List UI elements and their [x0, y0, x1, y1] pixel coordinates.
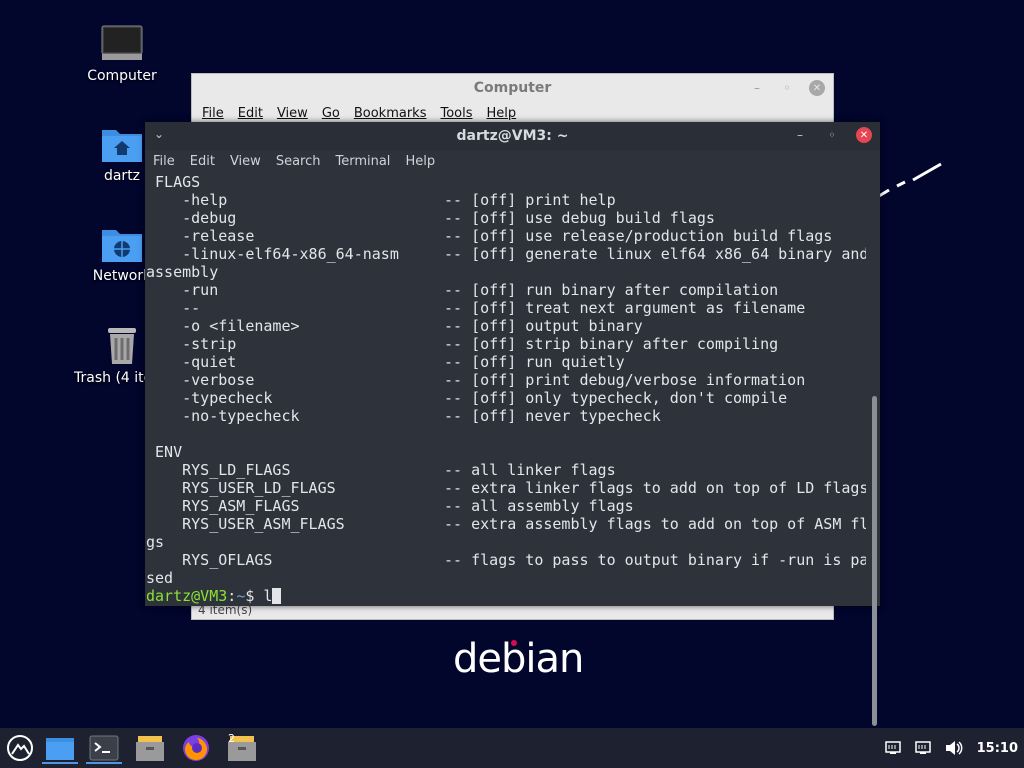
- computer-icon: [101, 25, 143, 60]
- close-icon[interactable]: ✕: [856, 127, 872, 143]
- prompt-separator: :: [227, 587, 237, 605]
- volume-icon[interactable]: [945, 740, 963, 756]
- folder-icon: [46, 738, 74, 760]
- desktop-icon-computer[interactable]: Computer: [74, 24, 170, 84]
- terminal-input[interactable]: l: [263, 587, 272, 605]
- menu-view[interactable]: View: [230, 154, 261, 169]
- terminal-output-area[interactable]: FLAGS -help -- [off] print help -debug -…: [146, 173, 866, 605]
- menu-help[interactable]: Help: [405, 154, 435, 169]
- network-folder-icon: [102, 230, 142, 262]
- menu-go[interactable]: Go: [322, 106, 340, 121]
- menu-terminal[interactable]: Terminal: [335, 154, 390, 169]
- clock[interactable]: 15:10: [977, 741, 1018, 756]
- maximize-icon[interactable]: ◦: [824, 127, 840, 143]
- file-manager-titlebar[interactable]: Computer – ◦ ✕: [192, 74, 833, 102]
- taskbar-archive-group[interactable]: 2: [224, 732, 260, 764]
- window-title: dartz@VM3: ~: [456, 128, 569, 144]
- active-indicator: [86, 762, 122, 764]
- network-wired-icon[interactable]: [884, 741, 901, 755]
- menu-bookmarks[interactable]: Bookmarks: [354, 106, 427, 121]
- terminal-scrollbar[interactable]: [871, 396, 877, 726]
- debian-logo-text: debian: [453, 636, 584, 682]
- terminal-window[interactable]: ⌄ dartz@VM3: ~ – ◦ ✕ File Edit View Sear…: [145, 122, 880, 726]
- maximize-icon[interactable]: ◦: [779, 80, 795, 96]
- minimize-icon[interactable]: –: [749, 80, 765, 96]
- minimize-icon[interactable]: –: [792, 127, 808, 143]
- app-menu-icon: [7, 735, 33, 761]
- menu-file[interactable]: File: [153, 154, 175, 169]
- taskbar-file-manager[interactable]: [42, 732, 78, 764]
- menu-edit[interactable]: Edit: [238, 106, 263, 121]
- terminal-output: FLAGS -help -- [off] print help -debug -…: [146, 173, 866, 587]
- menu-search[interactable]: Search: [276, 154, 321, 169]
- window-title: Computer: [473, 80, 552, 96]
- system-tray: 15:10: [884, 728, 1018, 768]
- firefox-icon: [183, 735, 209, 761]
- text-cursor: [272, 588, 282, 604]
- scrollbar-thumb[interactable]: [872, 396, 877, 726]
- taskbar: 2 15:10: [0, 728, 1024, 768]
- taskbar-firefox[interactable]: [178, 732, 214, 764]
- prompt-user: dartz@VM3: [146, 587, 228, 605]
- terminal-menubar: File Edit View Search Terminal Help: [145, 150, 880, 172]
- taskbar-terminal[interactable]: [86, 732, 122, 764]
- menu-help[interactable]: Help: [487, 106, 517, 121]
- wallpaper-swoosh: [878, 162, 942, 198]
- close-icon[interactable]: ✕: [809, 80, 825, 96]
- terminal-prompt-line[interactable]: dartz@VM3:~$ l: [146, 587, 866, 605]
- network-wired-icon[interactable]: [914, 741, 931, 755]
- archive-icon: [136, 736, 164, 761]
- desktop-icon-label: Computer: [87, 68, 157, 84]
- trash-icon: [108, 328, 136, 364]
- prompt-symbol: $: [245, 587, 264, 605]
- menu-file[interactable]: File: [202, 106, 224, 121]
- menu-tools[interactable]: Tools: [440, 106, 472, 121]
- terminal-titlebar[interactable]: ⌄ dartz@VM3: ~ – ◦ ✕: [145, 122, 880, 150]
- window-count-badge: 2: [228, 732, 235, 745]
- active-indicator: [42, 762, 78, 764]
- prompt-path: ~: [236, 587, 246, 605]
- menu-view[interactable]: View: [277, 106, 308, 121]
- file-manager-menubar: File Edit View Go Bookmarks Tools Help: [192, 102, 833, 124]
- home-folder-icon: [102, 130, 142, 162]
- debian-logo-dot: [511, 640, 517, 646]
- app-menu-button[interactable]: [2, 732, 38, 764]
- terminal-icon: [89, 735, 119, 761]
- taskbar-archive[interactable]: [132, 732, 168, 764]
- menu-edit[interactable]: Edit: [190, 154, 215, 169]
- debian-logo: debian: [453, 636, 584, 682]
